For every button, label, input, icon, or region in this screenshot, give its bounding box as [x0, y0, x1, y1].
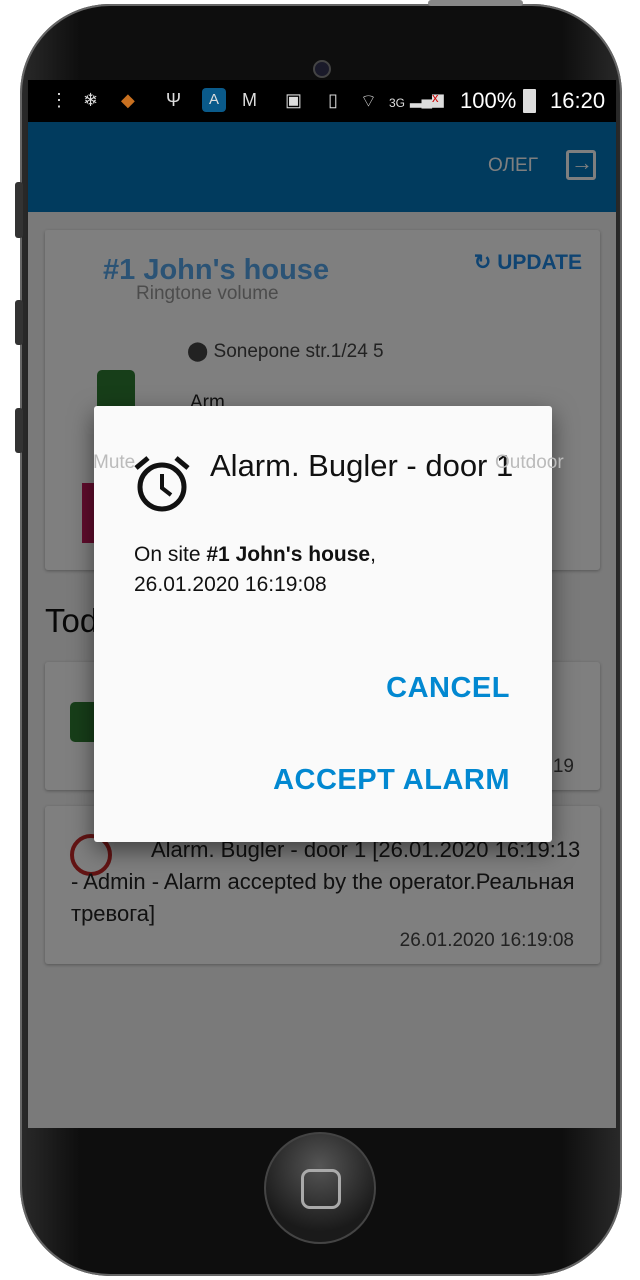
cancel-button[interactable]: CANCEL: [386, 672, 510, 705]
screen: ⋮ ❄ ◆ Ψ A M ▣ ▯ ⌔ 3G ▂▄▆ x 100% 16:20 ОЛ…: [28, 80, 616, 1128]
volume-down-button: [15, 408, 23, 453]
clock: 16:20: [550, 88, 606, 113]
more-icon: ⋮: [50, 90, 68, 110]
home-square-icon: [301, 1169, 341, 1209]
alarm-dialog: Alarm. Bugler - door 1 On site #1 John's…: [94, 406, 552, 842]
vibrate-icon: ▯: [328, 90, 338, 110]
alarm-clock-icon: [134, 456, 190, 512]
dialog-message: On site #1 John's house, 26.01.2020 16:1…: [134, 543, 376, 596]
alarm-datetime: 26.01.2020 16:19:08: [134, 573, 327, 596]
volume-up-button: [15, 300, 23, 345]
gmail-icon: M: [242, 90, 257, 110]
side-button: [15, 182, 23, 238]
home-button[interactable]: [264, 1132, 376, 1244]
image-icon: ▣: [285, 90, 303, 110]
wifi-icon: ⌔: [360, 91, 377, 111]
camera: [313, 60, 331, 78]
shield-phone-icon: ◆: [121, 90, 135, 110]
battery-icon: [523, 89, 536, 113]
status-bar: ⋮ ❄ ◆ Ψ A M ▣ ▯ ⌔ 3G ▂▄▆ x 100% 16:20: [28, 80, 616, 122]
accept-alarm-button[interactable]: ACCEPT ALARM: [273, 764, 510, 797]
power-button: [428, 0, 523, 6]
no-sim-icon: x: [432, 90, 439, 105]
network-type: 3G: [389, 96, 406, 110]
site-name: #1 John's house: [206, 543, 371, 566]
mode-outdoor[interactable]: Outdoor: [495, 452, 564, 474]
usb-icon: Ψ: [166, 90, 182, 110]
dialog-title: Alarm. Bugler - door 1: [210, 448, 514, 483]
snowflake-icon: ❄: [83, 90, 99, 110]
app-shield-icon: A: [202, 88, 226, 112]
mode-mute[interactable]: Mute: [93, 452, 135, 474]
battery-percent: 100%: [460, 88, 517, 113]
